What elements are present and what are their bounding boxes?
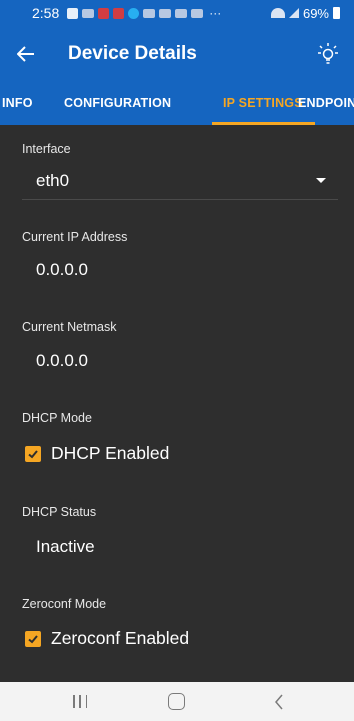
- lightbulb-icon: [318, 43, 338, 64]
- dropdown-arrow-icon: [316, 178, 326, 183]
- current-ip-value: 0.0.0.0: [36, 260, 88, 279]
- system-nav-bar: [0, 682, 354, 721]
- messenger-icon: [128, 7, 140, 19]
- dhcp-status-value: Inactive: [36, 537, 95, 556]
- dhcp-mode-label: DHCP Mode: [22, 411, 92, 425]
- tab-ip-settings[interactable]: IP SETTINGS: [223, 82, 303, 125]
- current-ip-label: Current IP Address: [22, 230, 128, 244]
- back-icon[interactable]: [272, 692, 286, 712]
- zeroconf-enabled-checkbox[interactable]: Zeroconf Enabled: [25, 628, 189, 649]
- ip-settings-panel: Interface eth0 Current IP Address 0.0.0.…: [0, 125, 354, 682]
- zeroconf-enabled-label: Zeroconf Enabled: [51, 628, 190, 648]
- battery-percent: 69%: [302, 5, 329, 21]
- home-icon[interactable]: [168, 693, 185, 710]
- page-title: Device Details: [68, 43, 197, 64]
- app-icon-3: [175, 8, 188, 18]
- recent-apps-icon[interactable]: [73, 695, 87, 708]
- notification-icon: [67, 7, 79, 19]
- app-bar: Device Details: [0, 26, 354, 82]
- tab-bar: INFO CONFIGURATION IP SETTINGS ENDPOIN: [0, 82, 354, 125]
- checkbox-checked-icon: [25, 445, 41, 462]
- app-icon-1: [143, 8, 156, 18]
- dhcp-enabled-label: DHCP Enabled: [51, 443, 170, 463]
- p-app-icon-2: [113, 7, 125, 19]
- dhcp-enabled-checkbox[interactable]: DHCP Enabled: [25, 443, 169, 464]
- back-button[interactable]: [0, 26, 52, 82]
- interface-value: eth0: [36, 171, 70, 190]
- zeroconf-mode-label: Zeroconf Mode: [22, 597, 107, 611]
- app-icon-2: [159, 8, 172, 18]
- interface-label: Interface: [22, 142, 71, 156]
- p-app-icon: [98, 7, 110, 19]
- status-right: 69%: [270, 5, 340, 21]
- more-notifications-icon: ···: [209, 6, 222, 20]
- status-time: 2:58: [32, 5, 60, 21]
- interface-select[interactable]: eth0: [22, 162, 338, 200]
- signal-icon: [288, 8, 299, 18]
- cast-icon: [82, 8, 95, 18]
- tab-endpoints[interactable]: ENDPOIN: [298, 82, 354, 125]
- checkbox-checked-icon: [25, 630, 41, 647]
- notification-icons: ···: [67, 6, 271, 20]
- identify-button[interactable]: [302, 26, 354, 82]
- status-bar: 2:58 ··· 69%: [0, 0, 354, 26]
- tab-info[interactable]: INFO: [2, 82, 33, 125]
- tab-configuration[interactable]: CONFIGURATION: [64, 82, 171, 125]
- arrow-back-icon: [17, 46, 34, 62]
- app-icon-4: [191, 8, 204, 18]
- current-netmask-label: Current Netmask: [22, 320, 117, 334]
- dhcp-status-label: DHCP Status: [22, 505, 97, 519]
- battery-icon: [333, 7, 340, 19]
- current-netmask-value: 0.0.0.0: [36, 351, 88, 370]
- wifi-icon: [270, 8, 285, 18]
